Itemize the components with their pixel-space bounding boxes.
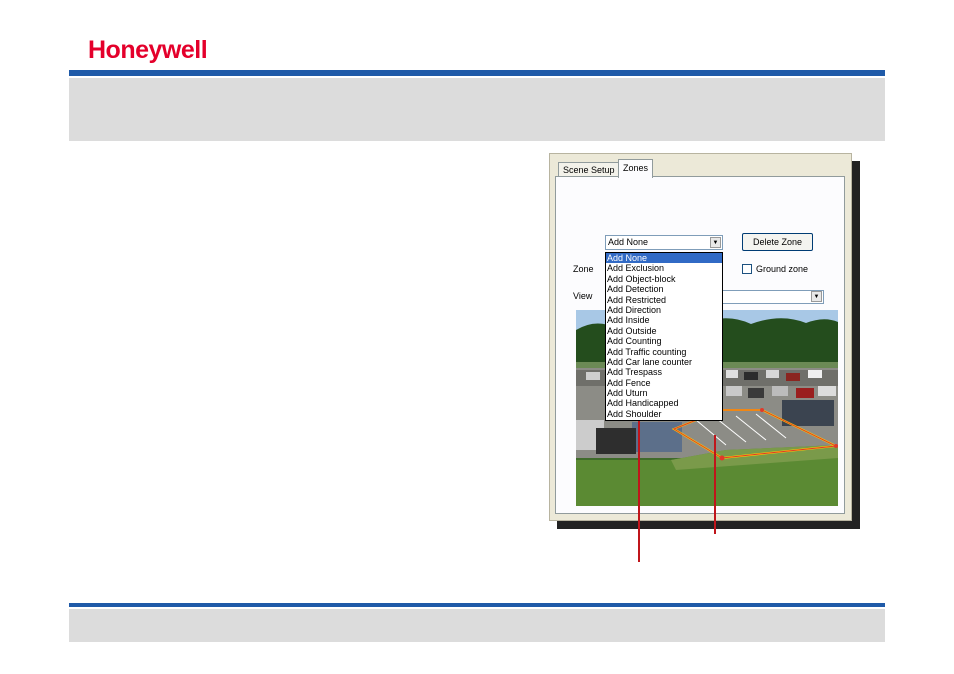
delete-zone-button[interactable]: Delete Zone <box>742 233 813 251</box>
dropdown-option[interactable]: Add Counting <box>606 336 722 346</box>
dropdown-option[interactable]: Add Handicapped <box>606 398 722 408</box>
chevron-down-icon[interactable]: ▼ <box>811 291 822 302</box>
chevron-down-icon[interactable]: ▼ <box>710 237 721 248</box>
view-label: View <box>573 291 593 301</box>
header-rule <box>69 70 885 76</box>
dropdown-option[interactable]: Add None <box>606 253 722 264</box>
dropdown-option[interactable]: Add Traffic counting <box>606 347 722 357</box>
footer-rule <box>69 603 885 607</box>
honeywell-logo: Honeywell <box>88 36 208 64</box>
dropdown-option[interactable]: Add Trespass <box>606 367 722 377</box>
view-select[interactable]: ▼ <box>722 290 824 304</box>
title-band <box>69 78 885 141</box>
zones-dialog: Scene Setup Zones Add None ▼ Delete Zone… <box>549 153 852 521</box>
zone-type-dropdown-list[interactable]: Add None Add Exclusion Add Object-block … <box>605 252 723 421</box>
callout-pointer-zone <box>714 435 716 534</box>
zone-label: Zone <box>573 264 594 274</box>
tab-zones[interactable]: Zones <box>618 159 654 178</box>
dropdown-option[interactable]: Add Outside <box>606 326 722 336</box>
dropdown-option[interactable]: Add Fence <box>606 378 722 388</box>
zone-type-value: Add None <box>608 237 649 247</box>
footer-band <box>69 609 885 642</box>
tab-scene-setup[interactable]: Scene Setup <box>558 162 620 177</box>
dropdown-option[interactable]: Add Object-block <box>606 274 722 284</box>
dropdown-option[interactable]: Add Detection <box>606 284 722 294</box>
dropdown-option[interactable]: Add Car lane counter <box>606 357 722 367</box>
zones-tab-panel: Add None ▼ Delete Zone Zone Ground zone … <box>555 176 845 514</box>
dropdown-option[interactable]: Add Inside <box>606 315 722 325</box>
dropdown-option[interactable]: Add Exclusion <box>606 263 722 273</box>
dropdown-option[interactable]: Add Direction <box>606 305 722 315</box>
dropdown-option[interactable]: Add Shoulder <box>606 409 722 419</box>
dropdown-option[interactable]: Add Uturn <box>606 388 722 398</box>
dropdown-option[interactable]: Add Restricted <box>606 295 722 305</box>
ground-zone-label: Ground zone <box>756 264 809 274</box>
zone-type-select[interactable]: Add None ▼ <box>605 235 723 250</box>
ground-zone-checkbox[interactable] <box>742 264 752 274</box>
